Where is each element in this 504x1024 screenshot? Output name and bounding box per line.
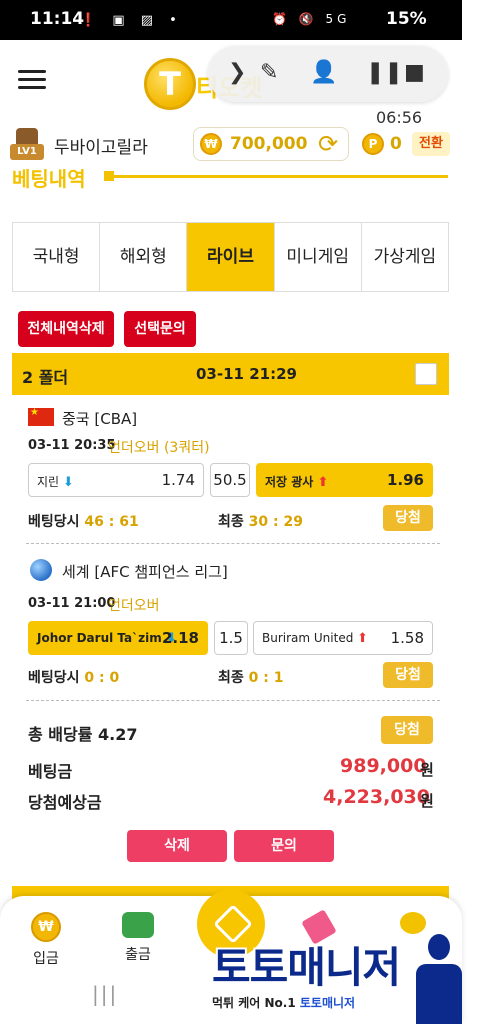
china-flag-icon <box>28 407 54 426</box>
league-name: 중국 [CBA] <box>62 410 138 428</box>
convert-button[interactable]: 전환 <box>412 132 450 156</box>
expected-win-value: 4,223,030 <box>323 786 430 808</box>
withdraw-money-icon <box>122 912 154 938</box>
game-datetime: 03-11 21:00 <box>28 596 116 611</box>
tab-virtual[interactable]: 가상게임 <box>361 223 449 291</box>
nav-withdraw-label: 출금 <box>125 947 151 963</box>
watermark-title: 토토매니저 <box>212 943 401 992</box>
inquiry-button[interactable]: 문의 <box>234 830 334 862</box>
arrow-down-icon: ⬇ <box>62 475 74 490</box>
refresh-icon[interactable]: ⟳ <box>318 130 338 158</box>
odds-value: 1.58 <box>390 629 424 647</box>
menu-icon[interactable] <box>18 70 46 90</box>
tab-domestic[interactable]: 국내형 <box>13 223 101 291</box>
team-name: 저장 광사 ⬆ <box>265 475 329 490</box>
team-name: Johor Darul Ta`zim ⬇ <box>37 631 177 646</box>
status-bar: 11:14 ❗ ▣ ▨ • ⏰ 🔇 5G 15% <box>0 0 462 40</box>
arrow-up-icon: ⬆ <box>357 631 369 646</box>
logo-icon[interactable]: T <box>144 58 196 110</box>
tab-minigame[interactable]: 미니게임 <box>274 223 362 291</box>
inquiry-selected-button[interactable]: 선택문의 <box>124 311 196 347</box>
final-score: 최종 0 : 1 <box>218 670 284 686</box>
recording-time: 06:56 <box>376 108 423 127</box>
market-type: 언더오버 <box>108 598 160 614</box>
level-badge-icon: LV1 <box>10 128 44 162</box>
market-type: 언더오버 (3쿼터) <box>108 440 210 456</box>
arrow-up-icon: ⬆ <box>317 475 329 490</box>
bet-time-score: 베팅당시 0 : 0 <box>28 670 120 686</box>
odds-value: 2.18 <box>161 629 199 647</box>
delete-all-history-button[interactable]: 전체내역삭제 <box>18 311 114 347</box>
screen-margin <box>462 0 504 1024</box>
odds-away-selected: 저장 광사 ⬆ 1.96 <box>256 463 433 497</box>
nav-withdraw[interactable]: 출금 <box>108 912 168 964</box>
divider <box>26 543 440 544</box>
notification-icons: ❗ ▣ ▨ • <box>80 13 183 28</box>
pen-icon[interactable]: ✎ <box>260 60 278 85</box>
total-odds: 총 배당률 4.27 <box>28 725 138 744</box>
balance-amount: 700,000 <box>230 134 308 154</box>
bet-amount-label: 베팅금 <box>28 762 73 781</box>
recent-apps-icon[interactable]: ||| <box>92 982 118 1006</box>
media-control-pill: ❯ ✎ 👤 ❚❚ ■ <box>208 46 448 102</box>
username: 두바이고릴라 <box>54 138 148 158</box>
bet-amount-value: 989,000 <box>340 755 427 777</box>
tab-overseas[interactable]: 해외형 <box>100 223 188 291</box>
bet-datetime: 03-11 21:29 <box>196 365 297 383</box>
currency-unit: 원 <box>420 792 434 810</box>
nav-deposit[interactable]: ₩ 입금 <box>16 912 76 968</box>
expected-win-label: 당첨예상금 <box>28 793 102 812</box>
system-icons: ⏰ 🔇 5G <box>272 12 351 26</box>
bet-time-score: 베팅당시 46 : 61 <box>28 514 139 530</box>
currency-unit: 원 <box>420 761 434 779</box>
chevron-right-icon[interactable]: ❯ <box>228 60 246 85</box>
folder-count: 2 폴더 <box>22 368 69 387</box>
balance-box: ₩ 700,000 ⟳ <box>193 127 349 161</box>
final-score: 최종 30 : 29 <box>218 514 303 530</box>
odds-home-selected: Johor Darul Ta`zim ⬇ 2.18 <box>28 621 208 655</box>
won-coin-icon: ₩ <box>200 133 222 155</box>
title-divider <box>108 175 448 178</box>
pause-icon[interactable]: ❚❚ <box>366 60 403 85</box>
bet-slip-header: 2 폴더 03-11 21:29 <box>12 353 449 395</box>
handicap-line: 1.5 <box>214 621 248 655</box>
globe-icon <box>30 559 52 581</box>
result-badge: 당첨 <box>383 662 433 688</box>
team-name: 지린 ⬇ <box>37 475 74 490</box>
point-amount: 0 <box>390 134 402 154</box>
league-name: 세계 [AFC 챔피언스 리그] <box>62 563 228 581</box>
watermark-subtitle: 먹튀 케어 No.1 토토매니저 <box>212 996 356 1010</box>
total-result-badge: 당첨 <box>381 716 433 744</box>
page-title: 베팅내역 <box>12 167 86 191</box>
point-coin-icon: P <box>362 133 384 155</box>
game-datetime: 03-11 20:35 <box>28 438 116 453</box>
odds-home: 지린 ⬇ 1.74 <box>28 463 204 497</box>
select-checkbox[interactable] <box>415 363 437 385</box>
watermark-logo: 토토매니저 먹튀 케어 No.1 토토매니저 <box>206 928 462 1024</box>
result-badge: 당첨 <box>383 505 433 531</box>
businessman-icon <box>414 934 464 1024</box>
odds-value: 1.96 <box>386 471 424 489</box>
stop-icon[interactable]: ■ <box>404 60 425 85</box>
clock: 11:14 <box>30 9 85 29</box>
battery-level: 15% <box>386 9 427 29</box>
divider <box>26 700 440 701</box>
team-name: Buriram United ⬆ <box>262 631 369 646</box>
tab-live[interactable]: 라이브 <box>187 223 275 291</box>
deposit-coin-icon: ₩ <box>31 912 61 942</box>
delete-button[interactable]: 삭제 <box>127 830 227 862</box>
odds-value: 1.74 <box>161 471 195 489</box>
handicap-line: 50.5 <box>210 463 250 497</box>
nav-deposit-label: 입금 <box>33 951 59 967</box>
odds-away: Buriram United ⬆ 1.58 <box>253 621 433 655</box>
game-type-tabs: 국내형 해외형 라이브 미니게임 가상게임 <box>12 222 449 292</box>
person-icon[interactable]: 👤 <box>310 60 337 85</box>
